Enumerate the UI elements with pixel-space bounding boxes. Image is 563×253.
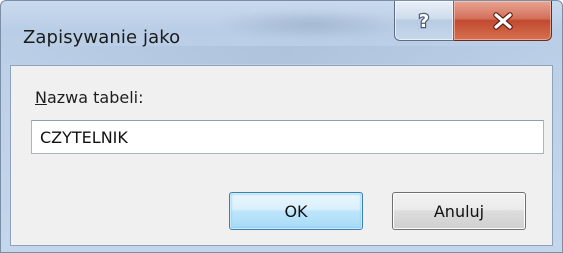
svg-text:?: ? [419,11,429,32]
ok-button[interactable]: OK [229,192,363,230]
save-as-dialog: Zapisywanie jako ? Nazwa tabeli: OK Anul… [0,0,563,253]
table-name-label: Nazwa tabeli: [35,88,144,107]
titlebar-glass-background [216,9,406,39]
dialog-title: Zapisywanie jako [23,27,181,48]
close-button[interactable] [454,1,552,41]
help-button[interactable]: ? [394,1,454,41]
close-icon [492,11,513,30]
table-name-input[interactable] [31,120,544,154]
label-text: azwa tabeli: [46,88,144,107]
label-mnemonic: N [35,88,47,107]
cancel-button[interactable]: Anuluj [392,192,526,230]
question-mark-icon: ? [418,10,431,32]
titlebar-buttons: ? [394,1,552,43]
frame-glass-background [1,46,562,64]
dialog-body: Nazwa tabeli: OK Anuluj [10,65,553,246]
